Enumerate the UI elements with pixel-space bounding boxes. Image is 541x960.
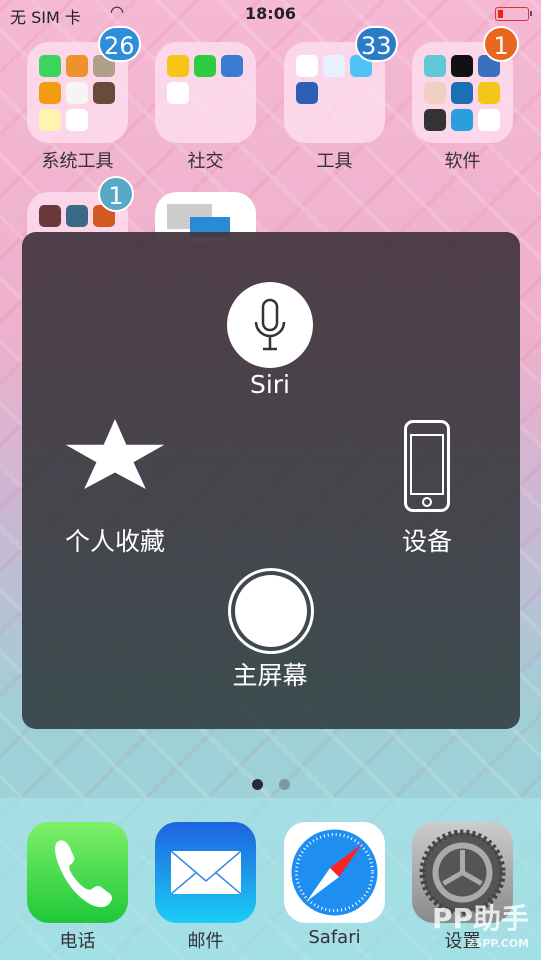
device-label: 设备 xyxy=(401,527,452,556)
folder-app-icon xyxy=(296,82,318,104)
assistive-touch-menu: Siri 个人收藏 设备 主屏幕 xyxy=(22,232,520,729)
siri-button[interactable] xyxy=(227,282,313,368)
home-button-glyph xyxy=(422,497,432,507)
folder-app-icon xyxy=(39,55,61,77)
folder-app-icon xyxy=(66,82,88,104)
siri-label: Siri xyxy=(249,370,291,399)
watermark: PP助手 25PP.COM xyxy=(432,897,529,950)
microphone-icon xyxy=(254,298,286,351)
folder-label: 工具 xyxy=(316,151,353,172)
favorites-label: 个人收藏 xyxy=(64,527,165,556)
dock-label-mail: 邮件 xyxy=(187,931,224,952)
folder-app-icon xyxy=(39,82,61,104)
notification-badge: 1 xyxy=(483,26,519,62)
status-bar: 无 SIM 卡 ◠ 18:06 xyxy=(0,0,541,27)
folder-app-icon xyxy=(424,55,446,77)
watermark-text: PP助手 xyxy=(431,902,529,935)
dock-label-phone: 电话 xyxy=(59,931,96,952)
folder-app-icon xyxy=(66,205,88,227)
folder-app-icon xyxy=(221,55,243,77)
notification-badge: 33 xyxy=(355,26,398,62)
folder-label: 软件 xyxy=(444,151,481,172)
folder-app-icon xyxy=(451,82,473,104)
folder-app-icon xyxy=(424,82,446,104)
folder-app-icon xyxy=(66,55,88,77)
mail-app[interactable] xyxy=(155,822,256,923)
watermark-sub: 25PP.COM xyxy=(467,937,529,950)
folder-app-icon xyxy=(167,55,189,77)
folder-app-icon xyxy=(66,109,88,131)
favorites-button[interactable] xyxy=(62,417,168,517)
folder-label: 系统工具 xyxy=(41,151,114,172)
home-label: 主屏幕 xyxy=(232,661,308,690)
page-dot[interactable] xyxy=(279,779,290,790)
safari-icon xyxy=(291,829,378,916)
battery-icon xyxy=(495,7,532,21)
home-circle-icon xyxy=(235,575,307,647)
phone-icon xyxy=(55,840,112,908)
folder-app-icon xyxy=(167,82,189,104)
device-button[interactable] xyxy=(404,420,450,512)
star-icon xyxy=(65,419,165,489)
phone-app[interactable] xyxy=(27,822,128,923)
folder-app-icon xyxy=(39,205,61,227)
folder-app-icon xyxy=(478,82,500,104)
dock-label-safari: Safari xyxy=(308,927,361,948)
folder-app-icon xyxy=(323,55,345,77)
clock: 18:06 xyxy=(245,4,296,23)
folder-app-icon xyxy=(39,109,61,131)
folder[interactable] xyxy=(155,42,256,143)
mail-icon xyxy=(170,850,242,895)
page-dot-active[interactable] xyxy=(252,779,263,790)
folder-app-icon xyxy=(451,55,473,77)
home-button[interactable] xyxy=(228,568,314,654)
notification-badge: 1 xyxy=(98,176,134,212)
folder-app-icon xyxy=(93,82,115,104)
folder-label: 社交 xyxy=(187,151,224,172)
safari-app[interactable] xyxy=(284,822,385,923)
notification-badge: 26 xyxy=(98,26,141,62)
folder-app-icon xyxy=(194,55,216,77)
folder-app-icon xyxy=(296,55,318,77)
folder-app-icon xyxy=(424,109,446,131)
folder-app-icon xyxy=(478,109,500,131)
folder-app-icon xyxy=(451,109,473,131)
